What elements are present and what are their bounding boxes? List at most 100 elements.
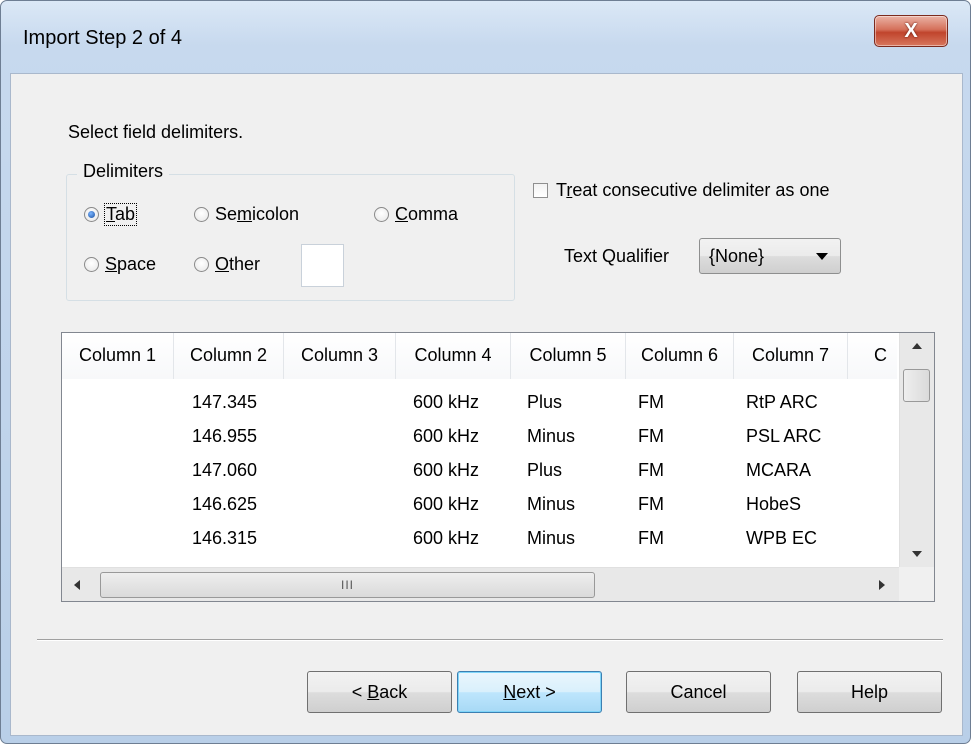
text-qualifier-value: {None} bbox=[709, 245, 765, 266]
radio-comma-label: Comma bbox=[395, 204, 459, 224]
dialog-title: Import Step 2 of 4 bbox=[23, 27, 182, 49]
vertical-scrollbar[interactable] bbox=[899, 333, 934, 567]
radio-tab[interactable]: Tab bbox=[84, 203, 138, 226]
table-cell: FM bbox=[638, 494, 664, 514]
checkbox-indicator[interactable] bbox=[533, 183, 548, 198]
vertical-scroll-thumb[interactable] bbox=[903, 369, 930, 402]
column-header[interactable]: C bbox=[848, 333, 897, 379]
arrow-left-icon bbox=[74, 580, 80, 590]
table-cell bbox=[62, 385, 174, 419]
preview-viewport: Column 1 Column 2 Column 3 Column 4 Colu… bbox=[62, 333, 897, 567]
separator-line bbox=[37, 639, 943, 641]
title-bar[interactable]: Import Step 2 of 4 X bbox=[1, 1, 970, 71]
table-cell: FM bbox=[638, 392, 664, 412]
table-cell: 600 kHz bbox=[413, 528, 480, 548]
table-cell: Minus bbox=[527, 494, 576, 514]
horizontal-scroll-thumb[interactable]: III bbox=[100, 572, 595, 598]
arrow-right-icon bbox=[879, 580, 885, 590]
back-button[interactable]: < Back bbox=[307, 671, 452, 713]
table-cell: Plus bbox=[527, 392, 563, 412]
radio-comma-indicator[interactable] bbox=[374, 207, 389, 222]
table-cell: 600 kHz bbox=[413, 392, 480, 412]
close-button[interactable]: X bbox=[874, 15, 948, 47]
table-cell: Plus bbox=[527, 460, 563, 480]
radio-other-label: Other bbox=[215, 254, 261, 274]
table-cell: 147.345 bbox=[192, 392, 258, 412]
table-row: 146.625 600 kHz Minus FM HobeS bbox=[62, 487, 848, 521]
table-cell: FM bbox=[638, 426, 664, 446]
scroll-left-button[interactable] bbox=[62, 568, 96, 601]
scroll-down-button[interactable] bbox=[900, 543, 934, 567]
table-cell bbox=[284, 419, 396, 453]
radio-other[interactable]: Other bbox=[194, 254, 260, 275]
column-header[interactable]: Column 1 bbox=[62, 333, 174, 379]
table-cell: 146.315 bbox=[192, 528, 258, 548]
table-cell bbox=[62, 453, 174, 487]
table-cell bbox=[284, 385, 396, 419]
consecutive-delimiter-label: Treat consecutive delimiter as one bbox=[556, 180, 830, 200]
scrollbar-corner bbox=[899, 567, 934, 601]
table-cell: 146.955 bbox=[192, 426, 258, 446]
table-cell bbox=[284, 521, 396, 555]
table-cell bbox=[62, 487, 174, 521]
radio-semicolon[interactable]: Semicolon bbox=[194, 204, 299, 225]
table-row: 147.345 600 kHz Plus FM RtP ARC bbox=[62, 385, 848, 419]
table-cell: 600 kHz bbox=[413, 426, 480, 446]
delimiters-groupbox bbox=[66, 174, 515, 301]
chevron-down-icon bbox=[816, 253, 828, 260]
dialog-body: Select field delimiters. Delimiters Tab … bbox=[10, 73, 963, 736]
column-header[interactable]: Column 2 bbox=[174, 333, 284, 379]
table-row: 147.060 600 kHz Plus FM MCARA bbox=[62, 453, 848, 487]
table-cell: Minus bbox=[527, 426, 576, 446]
column-header[interactable]: Column 4 bbox=[396, 333, 511, 379]
radio-other-indicator[interactable] bbox=[194, 257, 209, 272]
table-cell: FM bbox=[638, 528, 664, 548]
arrow-down-icon bbox=[912, 551, 922, 557]
scroll-up-button[interactable] bbox=[900, 333, 934, 357]
table-cell: Minus bbox=[527, 528, 576, 548]
column-header[interactable]: Column 6 bbox=[626, 333, 734, 379]
column-header[interactable]: Column 3 bbox=[284, 333, 396, 379]
radio-space[interactable]: Space bbox=[84, 254, 156, 275]
grip-icon: III bbox=[340, 578, 354, 592]
table-cell: 600 kHz bbox=[413, 494, 480, 514]
consecutive-delimiter-checkbox[interactable]: Treat consecutive delimiter as one bbox=[533, 180, 829, 201]
table-cell: 146.625 bbox=[192, 494, 258, 514]
table-cell: PSL ARC bbox=[746, 426, 822, 446]
next-button-label: Next > bbox=[503, 681, 556, 702]
table-cell: 600 kHz bbox=[413, 460, 480, 480]
table-cell: RtP ARC bbox=[746, 392, 818, 412]
radio-semicolon-indicator[interactable] bbox=[194, 207, 209, 222]
radio-space-label: Space bbox=[105, 254, 157, 274]
radio-tab-indicator[interactable] bbox=[84, 207, 99, 222]
other-delimiter-input[interactable] bbox=[301, 244, 344, 287]
help-button-label: Help bbox=[850, 681, 889, 702]
horizontal-scrollbar[interactable]: III bbox=[62, 567, 899, 601]
table-cell: WPB EC bbox=[746, 528, 818, 548]
radio-space-indicator[interactable] bbox=[84, 257, 99, 272]
delimiters-group-label: Delimiters bbox=[77, 161, 170, 182]
preview-grid[interactable]: Column 1 Column 2 Column 3 Column 4 Colu… bbox=[61, 332, 935, 602]
table-cell bbox=[62, 521, 174, 555]
column-header[interactable]: Column 7 bbox=[734, 333, 848, 379]
table-cell: MCARA bbox=[746, 460, 812, 480]
help-button[interactable]: Help bbox=[797, 671, 942, 713]
radio-tab-label: Tab bbox=[103, 203, 138, 226]
cancel-button[interactable]: Cancel bbox=[626, 671, 771, 713]
radio-semicolon-label: Semicolon bbox=[215, 204, 300, 224]
scroll-right-button[interactable] bbox=[865, 568, 899, 601]
arrow-up-icon bbox=[912, 343, 922, 349]
preview-header-row: Column 1 Column 2 Column 3 Column 4 Colu… bbox=[62, 333, 897, 379]
text-qualifier-dropdown[interactable]: {None} bbox=[699, 238, 841, 274]
next-button[interactable]: Next > bbox=[457, 671, 602, 713]
table-cell: HobeS bbox=[746, 494, 802, 514]
table-cell: FM bbox=[638, 460, 664, 480]
table-cell: 147.060 bbox=[192, 460, 258, 480]
radio-comma[interactable]: Comma bbox=[374, 204, 458, 225]
import-dialog-window: Import Step 2 of 4 X Select field delimi… bbox=[0, 0, 971, 744]
table-row: 146.955 600 kHz Minus FM PSL ARC bbox=[62, 419, 848, 453]
instruction-text: Select field delimiters. bbox=[68, 122, 244, 142]
close-icon: X bbox=[904, 19, 918, 42]
column-header[interactable]: Column 5 bbox=[511, 333, 626, 379]
text-qualifier-label: Text Qualifier bbox=[564, 246, 670, 266]
